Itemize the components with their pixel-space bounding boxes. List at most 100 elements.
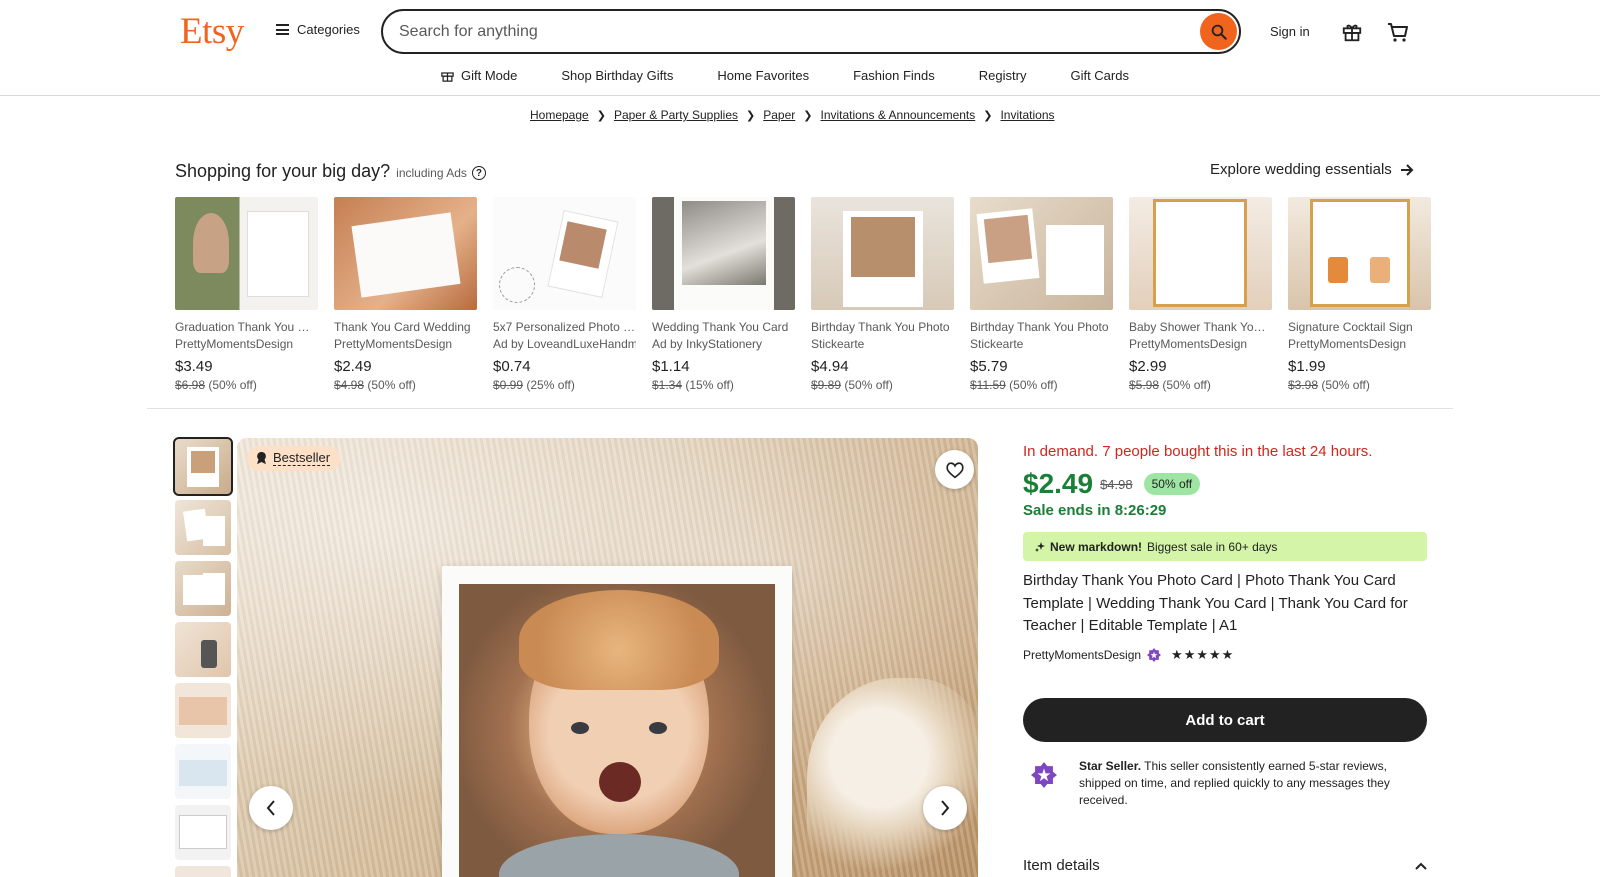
ad-title: Thank You Card Wedding — [334, 320, 471, 334]
search-input[interactable] — [399, 11, 1159, 52]
ad-card[interactable]: Graduation Thank You Card PrettyMomentsD… — [175, 197, 318, 392]
photo-card — [442, 566, 792, 877]
ad-original-price: $3.98 (50% off) — [1288, 378, 1370, 392]
ad-card[interactable]: Signature Cocktail Sign PrettyMomentsDes… — [1288, 197, 1431, 392]
sparkle-icon — [1035, 541, 1045, 552]
ad-original-price: $6.98 (50% off) — [175, 378, 257, 392]
thumbnail-image[interactable] — [173, 437, 233, 496]
subnav-gift-cards[interactable]: Gift Cards — [1070, 68, 1129, 83]
gift-icon[interactable] — [1341, 21, 1363, 48]
ad-original-price: $4.98 (50% off) — [334, 378, 416, 392]
ad-title: Baby Shower Thank You Sign — [1129, 320, 1272, 334]
ads-note[interactable]: including Ads ? — [396, 166, 486, 180]
ad-shop: PrettyMomentsDesign — [334, 337, 453, 351]
price-row: $2.49 $4.98 50% off — [1023, 468, 1201, 500]
search-icon — [1211, 24, 1227, 40]
breadcrumb-paper-party[interactable]: Paper & Party Supplies — [614, 108, 738, 122]
thumbnail-image[interactable] — [175, 500, 231, 555]
chevron-up-icon — [1415, 862, 1427, 870]
breadcrumb-paper[interactable]: Paper — [763, 108, 795, 122]
ad-card[interactable]: Baby Shower Thank You Sign PrettyMoments… — [1129, 197, 1272, 392]
next-image-button[interactable] — [923, 786, 967, 830]
ad-price: $3.49 — [175, 358, 213, 375]
ad-price: $2.49 — [334, 358, 372, 375]
search-button[interactable] — [1200, 13, 1237, 50]
thumbnail-image[interactable] — [175, 622, 231, 677]
discount-badge: 50% off — [1143, 473, 1201, 495]
subnav: Gift Mode Shop Birthday Gifts Home Favor… — [0, 64, 1600, 96]
thumbnail-image[interactable] — [175, 561, 231, 616]
ad-card[interactable]: Wedding Thank You Card Ad by InkyStation… — [652, 197, 795, 392]
ad-title: Graduation Thank You Card — [175, 320, 318, 334]
thumbnail-image[interactable] — [175, 683, 231, 738]
subnav-shop-birthday-gifts[interactable]: Shop Birthday Gifts — [561, 68, 673, 83]
item-details-toggle[interactable]: Item details — [1023, 857, 1427, 874]
original-price: $4.98 — [1100, 476, 1133, 492]
ad-card[interactable]: Birthday Thank You Photo Stickearte $5.7… — [970, 197, 1113, 392]
current-price: $2.49 — [1023, 468, 1094, 499]
ad-shop: PrettyMomentsDesign — [1129, 337, 1248, 351]
ad-price: $2.99 — [1129, 358, 1167, 375]
thumbnail-list — [173, 437, 233, 877]
favorite-button[interactable] — [935, 450, 974, 489]
thumbnail-image[interactable] — [175, 744, 231, 799]
shop-name-link[interactable]: PrettyMomentsDesign — [1023, 648, 1141, 662]
ad-price: $1.14 — [652, 358, 690, 375]
ad-card[interactable]: 5x7 Personalized Photo Card Ad by Lovean… — [493, 197, 636, 392]
ad-price: $1.99 — [1288, 358, 1326, 375]
ad-shop: PrettyMomentsDesign — [1288, 337, 1407, 351]
ad-shop: Stickearte — [970, 337, 1024, 351]
arrow-right-icon — [1400, 163, 1414, 176]
add-to-cart-button[interactable]: Add to cart — [1023, 698, 1427, 742]
explore-wedding-link[interactable]: Explore wedding essentials — [1210, 161, 1414, 178]
menu-icon — [276, 24, 289, 35]
photo-child — [459, 584, 775, 877]
sign-in-link[interactable]: Sign in — [1270, 24, 1310, 39]
ads-section-title: Shopping for your big day? including Ads… — [175, 161, 486, 182]
ad-original-price: $5.98 (50% off) — [1129, 378, 1211, 392]
cart-icon[interactable] — [1386, 20, 1410, 49]
ad-image — [970, 197, 1113, 310]
star-seller-text: Star Seller. This seller consistently ea… — [1079, 758, 1429, 809]
subnav-gift-mode[interactable]: Gift Mode — [440, 68, 517, 83]
subnav-fashion-finds[interactable]: Fashion Finds — [853, 68, 935, 83]
ads-row: Graduation Thank You Card PrettyMomentsD… — [175, 197, 1431, 392]
breadcrumb-invitations[interactable]: Invitations — [1000, 108, 1054, 122]
section-divider — [147, 408, 1453, 409]
main-product-image[interactable]: Bestseller — [237, 438, 978, 877]
ad-image — [652, 197, 795, 310]
star-seller-icon — [1147, 648, 1162, 662]
chevron-right-icon: ❯ — [596, 109, 606, 122]
markdown-text: Biggest sale in 60+ days — [1147, 539, 1278, 554]
ad-price: $4.94 — [811, 358, 849, 375]
breadcrumb-homepage[interactable]: Homepage — [530, 108, 589, 122]
gift-icon — [441, 72, 454, 82]
ad-original-price: $1.34 (15% off) — [652, 378, 734, 392]
previous-image-button[interactable] — [249, 786, 293, 830]
subnav-registry[interactable]: Registry — [979, 68, 1027, 83]
etsy-logo[interactable]: Etsy — [180, 10, 244, 53]
ad-image — [334, 197, 477, 310]
award-icon — [257, 451, 266, 465]
thumbnail-image[interactable] — [175, 805, 231, 860]
bestseller-badge[interactable]: Bestseller — [247, 446, 341, 471]
thumbnail-image[interactable] — [175, 866, 231, 877]
chevron-right-icon: ❯ — [983, 109, 993, 122]
ad-image — [1288, 197, 1431, 310]
demand-notice: In demand. 7 people bought this in the l… — [1023, 443, 1373, 460]
ad-title: Wedding Thank You Card — [652, 320, 789, 334]
ad-shop: Stickearte — [811, 337, 865, 351]
ad-title: Signature Cocktail Sign — [1288, 320, 1413, 334]
categories-label: Categories — [297, 22, 360, 37]
ad-card[interactable]: Thank You Card Wedding PrettyMomentsDesi… — [334, 197, 477, 392]
ad-card[interactable]: Birthday Thank You Photo Stickearte $4.9… — [811, 197, 954, 392]
listing-title: Birthday Thank You Photo Card | Photo Th… — [1023, 572, 1408, 634]
breadcrumb-invitations-announcements[interactable]: Invitations & Announcements — [820, 108, 975, 122]
markdown-banner: New markdown! Biggest sale in 60+ days — [1023, 532, 1427, 561]
rating-stars-icon[interactable]: ★★★★★ — [1171, 647, 1234, 663]
ad-price: $0.74 — [493, 358, 531, 375]
subnav-home-favorites[interactable]: Home Favorites — [717, 68, 809, 83]
categories-button[interactable]: Categories — [276, 22, 360, 37]
ad-image — [811, 197, 954, 310]
shop-row: PrettyMomentsDesign ★★★★★ — [1023, 647, 1234, 663]
